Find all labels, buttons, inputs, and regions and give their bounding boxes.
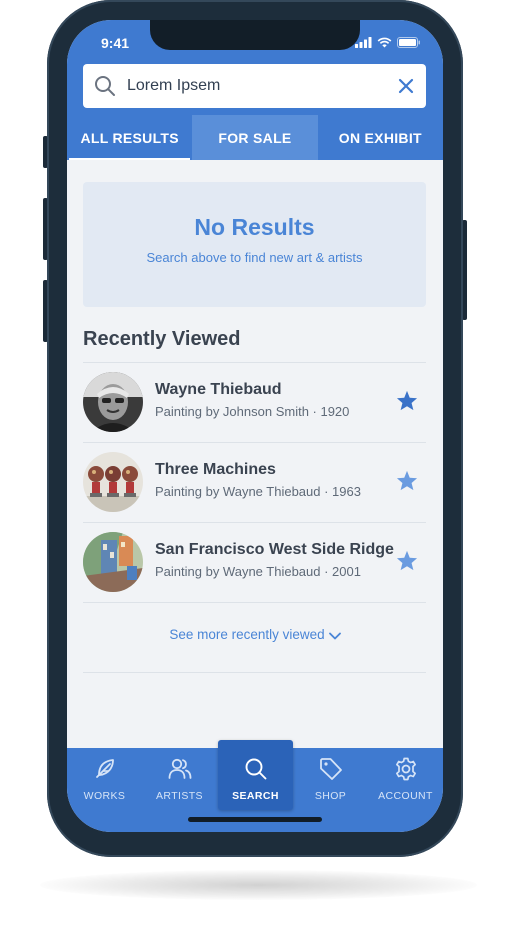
item-title: Three Machines bbox=[155, 461, 276, 478]
tabbar-label: SHOP bbox=[314, 790, 347, 802]
search-icon bbox=[95, 76, 115, 96]
star-icon[interactable] bbox=[396, 470, 418, 491]
list-item[interactable]: Three Machines Painting by Wayne Thiebau… bbox=[83, 442, 426, 522]
gear-icon bbox=[396, 757, 416, 781]
search-icon bbox=[245, 758, 267, 780]
see-more-label: See more recently viewed bbox=[169, 627, 325, 642]
no-results-title: No Results bbox=[194, 214, 315, 240]
tabbar-label: SEARCH bbox=[232, 790, 279, 802]
wifi-icon bbox=[377, 37, 392, 48]
search-input[interactable] bbox=[127, 64, 387, 108]
see-more-link[interactable]: See more recently viewed bbox=[67, 627, 443, 643]
tabbar-works[interactable]: WORKS bbox=[67, 748, 142, 832]
item-title: San Francisco West Side Ridge bbox=[155, 541, 394, 558]
battery-icon bbox=[397, 37, 420, 48]
phone-shadow bbox=[40, 870, 477, 900]
filter-tabs: ALL RESULTS FOR SALE ON EXHIBIT bbox=[67, 115, 443, 160]
divider bbox=[83, 602, 426, 603]
tab-on-exhibit[interactable]: ON EXHIBIT bbox=[318, 115, 443, 160]
search-bar[interactable] bbox=[83, 64, 426, 108]
avatar bbox=[83, 532, 143, 592]
clear-search-icon[interactable] bbox=[398, 78, 414, 94]
chevron-down-icon bbox=[328, 628, 341, 643]
signal-icon bbox=[355, 37, 372, 48]
tabbar-label: ARTISTS bbox=[156, 790, 203, 802]
divider bbox=[83, 672, 426, 673]
recently-viewed-title: Recently Viewed bbox=[83, 328, 241, 350]
feather-icon bbox=[96, 759, 114, 778]
tab-for-sale[interactable]: FOR SALE bbox=[192, 115, 318, 160]
status-time: 9:41 bbox=[101, 35, 130, 51]
item-meta: Painting by Johnson Smith · 1920 bbox=[155, 404, 350, 419]
avatar bbox=[83, 452, 143, 512]
tabbar-label: ACCOUNT bbox=[378, 790, 433, 802]
list-item[interactable]: San Francisco West Side Ridge Painting b… bbox=[83, 522, 426, 602]
users-icon bbox=[168, 758, 192, 779]
phone-frame: 9:41 Lorem Ipsem ALL RESULTS FOR SALE ON… bbox=[47, 0, 463, 857]
status-icons bbox=[355, 37, 421, 48]
tabbar-account[interactable]: ACCOUNT bbox=[368, 748, 443, 832]
list-item[interactable]: Wayne Thiebaud Painting by Johnson Smith… bbox=[83, 362, 426, 442]
item-title: Wayne Thiebaud bbox=[155, 381, 282, 398]
tag-icon bbox=[320, 758, 342, 780]
star-icon[interactable] bbox=[396, 390, 418, 411]
item-meta: Painting by Wayne Thiebaud · 2001 bbox=[155, 564, 361, 579]
tabbar-label: WORKS bbox=[83, 790, 126, 802]
avatar bbox=[83, 372, 143, 432]
home-indicator bbox=[188, 817, 322, 822]
notch bbox=[150, 20, 360, 50]
no-results-subtitle: Search above to find new art & artists bbox=[146, 250, 363, 265]
header: 9:41 Lorem Ipsem ALL RESULTS FOR SALE ON… bbox=[67, 20, 443, 160]
tabbar-search[interactable]: SEARCH bbox=[218, 740, 293, 810]
item-meta: Painting by Wayne Thiebaud · 1963 bbox=[155, 484, 361, 499]
screen: 9:41 Lorem Ipsem ALL RESULTS FOR SALE ON… bbox=[67, 20, 443, 832]
no-results-panel: No Results Search above to find new art … bbox=[83, 182, 426, 307]
tab-all-results[interactable]: ALL RESULTS bbox=[67, 115, 192, 160]
star-icon[interactable] bbox=[396, 550, 418, 571]
